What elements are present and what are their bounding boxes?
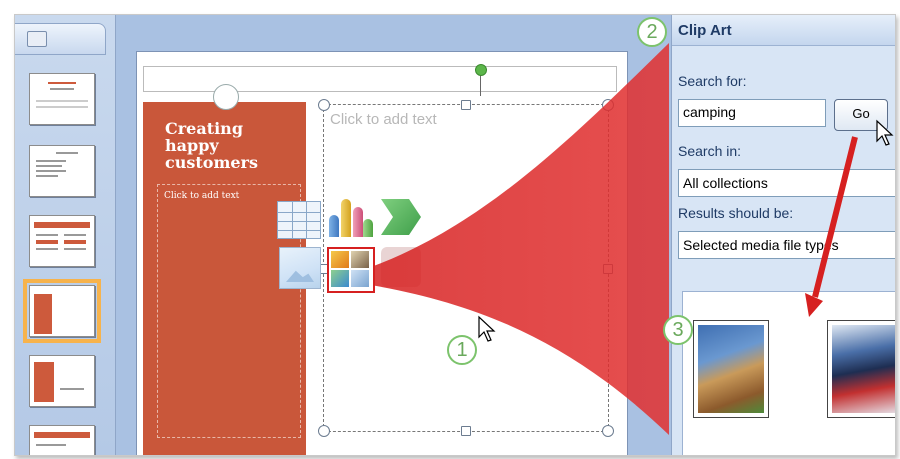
callout-badge-2: 2 [637,17,667,47]
results-arrow [805,136,858,317]
mouse-pointer-icon-go [876,119,894,146]
callout-badge-1: 1 [447,335,477,365]
callout-badge-3: 3 [663,315,693,345]
mouse-pointer-icon [478,315,496,342]
screenshot-frame: Creating happy customers Click to add te… [14,14,896,456]
